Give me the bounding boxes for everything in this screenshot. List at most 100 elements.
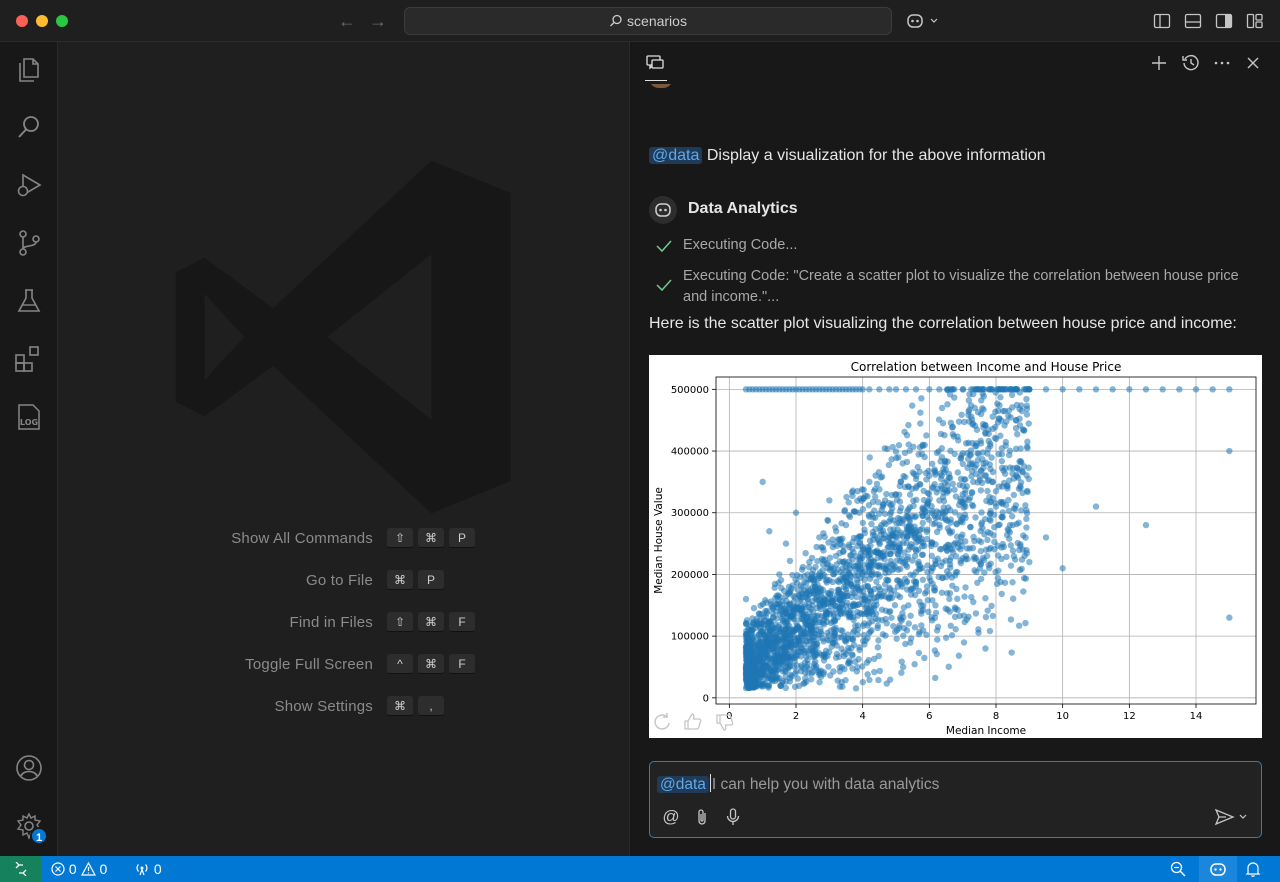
scatter-point	[880, 519, 888, 526]
scatter-point	[857, 556, 864, 564]
extensions-icon[interactable]	[13, 343, 45, 375]
log-icon[interactable]: LOG	[13, 401, 45, 433]
scatter-point	[936, 524, 943, 531]
scatter-point	[945, 663, 952, 670]
thumbs-down-button[interactable]	[715, 712, 735, 732]
zoom-button[interactable]	[1170, 856, 1190, 882]
scatter-point	[944, 401, 951, 408]
scatter-point	[893, 635, 900, 642]
scatter-point	[843, 493, 850, 501]
notifications-button[interactable]	[1245, 856, 1263, 882]
scatter-point	[840, 652, 848, 660]
chat-input[interactable]: @data I can help you with data analytics	[657, 774, 1247, 796]
source-control-icon[interactable]	[13, 227, 45, 259]
shortcut-label[interactable]: Show Settings	[275, 698, 374, 715]
send-button[interactable]	[1214, 807, 1254, 827]
close-chat-button[interactable]	[1243, 53, 1263, 73]
chat-tab[interactable]	[645, 53, 667, 81]
scatter-point	[917, 409, 924, 416]
shortcut-label[interactable]: Toggle Full Screen	[245, 656, 373, 673]
scatter-point	[977, 527, 984, 535]
scatter-point	[765, 682, 772, 689]
scatter-point	[975, 450, 982, 458]
scatter-point	[877, 474, 884, 481]
scatter-point	[792, 576, 799, 583]
scatter-point	[987, 465, 994, 473]
y-tick-label: 500000	[671, 385, 709, 396]
toggle-panel-icon[interactable]	[1183, 11, 1203, 31]
accounts-icon[interactable]	[13, 752, 45, 784]
ports-count: 0	[153, 861, 162, 877]
manage-gear-icon[interactable]: 1	[13, 810, 48, 845]
testing-icon[interactable]	[13, 285, 45, 317]
scatter-point	[967, 523, 974, 531]
run-debug-icon[interactable]	[13, 169, 45, 201]
scatter-point	[891, 602, 899, 609]
scatter-point	[918, 450, 926, 458]
scatter-point	[902, 561, 909, 569]
scatter-point	[958, 411, 965, 418]
forward-arrow-icon[interactable]: →	[366, 9, 390, 33]
explorer-icon[interactable]	[13, 53, 45, 85]
minimize-window-button[interactable]	[36, 15, 48, 27]
scatter-point	[995, 450, 1002, 458]
scatter-point	[887, 501, 894, 509]
scatter-point	[860, 495, 867, 502]
close-window-button[interactable]	[16, 15, 28, 27]
scatter-point	[749, 620, 756, 627]
copilot-menu-button[interactable]	[905, 11, 941, 31]
more-actions-button[interactable]	[1212, 53, 1232, 73]
scatter-point	[871, 585, 878, 593]
scatter-point	[808, 676, 815, 683]
shortcut-label[interactable]: Show All Commands	[231, 530, 373, 547]
shortcut-label[interactable]: Find in Files	[290, 614, 373, 631]
input-mention[interactable]: @data	[657, 776, 709, 793]
problems-indicator[interactable]: 0 0	[51, 856, 107, 882]
scatter-point	[787, 614, 794, 621]
key-ctrl: ^	[387, 654, 413, 674]
scatter-point	[777, 665, 785, 672]
back-arrow-icon[interactable]: ←	[335, 9, 359, 33]
chat-transcript: @data Display a visualization for the ab…	[630, 84, 1280, 754]
attach-button[interactable]	[692, 807, 712, 827]
error-count: 0	[68, 861, 77, 877]
scatter-point	[972, 514, 979, 521]
toggle-secondary-sidebar-icon[interactable]	[1214, 11, 1234, 31]
chat-history-button[interactable]	[1181, 53, 1201, 73]
scatter-point	[946, 528, 953, 535]
scatter-point	[1009, 521, 1016, 529]
user-mention[interactable]: @data	[649, 147, 703, 164]
scatter-point	[921, 654, 928, 662]
customize-layout-icon[interactable]	[1245, 11, 1265, 31]
scatter-point	[924, 489, 931, 497]
thumbs-up-button[interactable]	[683, 712, 703, 732]
command-center[interactable]: scenarios	[404, 7, 892, 35]
scatter-point	[963, 483, 971, 490]
remote-indicator[interactable]	[0, 856, 41, 882]
copilot-status-button[interactable]	[1199, 856, 1237, 882]
voice-button[interactable]	[723, 807, 743, 827]
chat-input-box[interactable]: @data I can help you with data analytics …	[649, 761, 1262, 838]
scatter-point	[993, 580, 1001, 588]
agent-avatar	[649, 196, 677, 224]
scatter-point	[1009, 470, 1016, 477]
scatter-point	[1017, 541, 1024, 548]
new-chat-button[interactable]	[1149, 53, 1169, 73]
scatter-point	[1025, 420, 1032, 427]
scatter-point	[991, 546, 998, 553]
shortcut-find-in-files: Find in Files ⇧ ⌘ F	[58, 612, 629, 634]
toggle-primary-sidebar-icon[interactable]	[1152, 11, 1172, 31]
scatter-point	[749, 634, 756, 641]
scatter-point	[905, 441, 912, 448]
scatter-point	[806, 622, 813, 629]
ports-indicator[interactable]: 0	[134, 856, 162, 882]
shortcut-label[interactable]: Go to File	[306, 572, 373, 589]
mention-button[interactable]: @	[661, 807, 681, 827]
maximize-window-button[interactable]	[56, 15, 68, 27]
search-icon[interactable]	[13, 111, 45, 143]
scatter-point	[894, 592, 901, 599]
scatter-point	[887, 510, 894, 518]
x-tick-label: 8	[993, 711, 999, 722]
retry-button[interactable]	[652, 712, 672, 732]
scatter-point	[959, 499, 966, 506]
